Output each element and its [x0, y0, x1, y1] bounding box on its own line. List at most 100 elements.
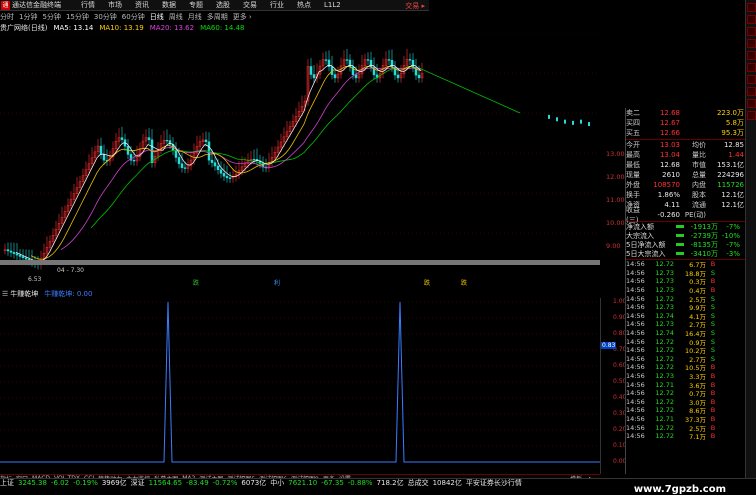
candle-body — [174, 150, 178, 158]
side-button[interactable] — [747, 15, 756, 24]
period-tab-more[interactable]: 更多 › — [233, 12, 252, 22]
period-tab-5min[interactable]: 5分钟 — [42, 12, 60, 22]
candle-body — [219, 169, 223, 174]
stat-label: PE(动) — [684, 211, 706, 219]
candle-body — [216, 165, 220, 170]
menu-item-l1l2[interactable]: L1L2 — [324, 1, 341, 9]
ma10-label: MA10: 13.19 — [99, 24, 144, 32]
price-tick: 12.00 — [606, 173, 625, 181]
side-button[interactable] — [747, 27, 756, 36]
flow-bar — [676, 243, 684, 246]
tick-time: 14:56 — [626, 414, 645, 423]
order-book-row[interactable]: 买五 12.66 95.3万 — [626, 128, 745, 138]
tick-time: 14:56 — [626, 329, 645, 338]
quote-stat-row: 现量 2610 总量 224296 — [626, 170, 745, 180]
tick-price: 12.73 — [655, 277, 674, 286]
ma60-label: MA60: 14.48 — [200, 24, 245, 32]
menu-item-jiaoyi[interactable]: 交易 — [243, 0, 257, 10]
side-button[interactable] — [747, 99, 756, 108]
stat-label: 今开 — [626, 141, 640, 149]
kline-chart[interactable]: 04 - 7.30 6.53 — [0, 33, 600, 289]
candle-body — [222, 173, 226, 177]
ma20-label: MA20: 13.62 — [149, 24, 195, 32]
tick-time: 14:56 — [626, 311, 645, 320]
menu-item-zhuanti[interactable]: 专题 — [189, 0, 203, 10]
flow-bar — [676, 252, 684, 255]
stat-label: 量比 — [692, 151, 706, 159]
event-marker[interactable]: 跌 — [424, 279, 430, 287]
candle-body — [556, 117, 558, 122]
tick-side: B — [710, 389, 716, 398]
period-tab-60min[interactable]: 60分钟 — [122, 12, 145, 22]
tick-side: S — [710, 311, 716, 320]
tick-volume: 7.1万 — [689, 433, 706, 442]
candle-body — [15, 253, 19, 256]
stat-value: 2610 — [662, 171, 680, 179]
menu-item-redian[interactable]: 热点 — [297, 0, 311, 10]
flow-bar — [676, 234, 684, 237]
stat-label: 外盘 — [626, 181, 640, 189]
indicator-legend: ☰ 牛赚乾坤 牛赚乾坤: 0.00 — [0, 289, 92, 298]
tick-price: 12.72 — [655, 354, 674, 363]
order-book-row[interactable]: 卖二 12.68 223.0万 — [626, 108, 745, 118]
menu-item-hangye[interactable]: 行业 — [270, 0, 284, 10]
period-tab-1min[interactable]: 1分钟 — [19, 12, 37, 22]
tick-price: 12.73 — [655, 268, 674, 277]
stat-value: 13.03 — [659, 141, 680, 149]
period-tab-week[interactable]: 周线 — [169, 12, 183, 22]
candle-body — [99, 145, 103, 155]
side-button[interactable] — [747, 63, 756, 72]
stat-value: 224296 — [717, 171, 744, 179]
candles — [3, 48, 590, 270]
candle-body — [309, 66, 313, 75]
period-tab-15min[interactable]: 15分钟 — [66, 12, 89, 22]
tick-side: B — [710, 432, 716, 441]
side-button[interactable] — [747, 3, 756, 12]
menu-item-zixun[interactable]: 资讯 — [135, 0, 149, 10]
sh-index-change: -6.02 — [50, 479, 70, 487]
candle-body — [102, 153, 106, 161]
menu-item-hangqing[interactable]: 行情 — [81, 0, 95, 10]
stat-label: 市值 — [692, 161, 706, 169]
stat-value: 12.1亿 — [721, 191, 744, 199]
tick-time: 14:56 — [626, 432, 645, 441]
ma10-line — [30, 65, 422, 260]
tick-side: B — [710, 286, 716, 295]
period-tab-fenshi[interactable]: 分时 — [0, 12, 14, 22]
candle-body — [165, 139, 169, 142]
event-marker[interactable]: 跌 — [193, 279, 199, 287]
candle-body — [324, 59, 328, 61]
indicator-chart[interactable] — [0, 298, 600, 474]
stat-value: 115726 — [717, 181, 744, 189]
indicator-name[interactable]: 牛赚乾坤 — [10, 289, 38, 299]
menu-item-shichang[interactable]: 市场 — [108, 0, 122, 10]
side-button[interactable] — [747, 111, 756, 120]
period-tab-multi[interactable]: 多周期 — [207, 12, 228, 22]
main-menu: 行情 市场 资讯 数据 专题 选股 交易 行业 热点 L1L2 — [81, 0, 354, 10]
trade-button[interactable]: 交易 ▸ — [405, 1, 425, 11]
period-tab-day[interactable]: 日线 — [150, 12, 164, 22]
period-tab-month[interactable]: 月线 — [188, 12, 202, 22]
menu-item-shuju[interactable]: 数据 — [162, 0, 176, 10]
side-button[interactable] — [747, 39, 756, 48]
menu-item-xuangu[interactable]: 选股 — [216, 0, 230, 10]
tick-time: 14:56 — [626, 268, 645, 277]
event-marker[interactable]: 跌 — [461, 279, 467, 287]
tick-time: 14:56 — [626, 346, 645, 355]
price-axis: 13.00 12.00 11.00 10.00 9.00 — [600, 33, 625, 260]
order-book-row[interactable]: 买四 12.67 5.8万 — [626, 118, 745, 128]
event-marker[interactable]: 利 — [274, 279, 280, 287]
tick-time: 14:56 — [626, 423, 645, 432]
stat-label: 流通 — [692, 201, 706, 209]
candle-body — [21, 256, 25, 259]
candle-body — [180, 163, 184, 168]
period-tab-30min[interactable]: 30分钟 — [94, 12, 117, 22]
period-bar: 分时 1分钟 5分钟 15分钟 30分钟 60分钟 日线 周线 月线 多周期 更… — [0, 12, 429, 22]
tick-side: B — [710, 406, 716, 415]
side-button[interactable] — [747, 87, 756, 96]
side-button[interactable] — [747, 51, 756, 60]
side-button[interactable] — [747, 75, 756, 84]
candle-body — [147, 137, 151, 140]
quote-stat-row: 收益(三) -0.260 PE(动) — [626, 206, 745, 224]
tick-price: 12.72 — [655, 363, 674, 372]
